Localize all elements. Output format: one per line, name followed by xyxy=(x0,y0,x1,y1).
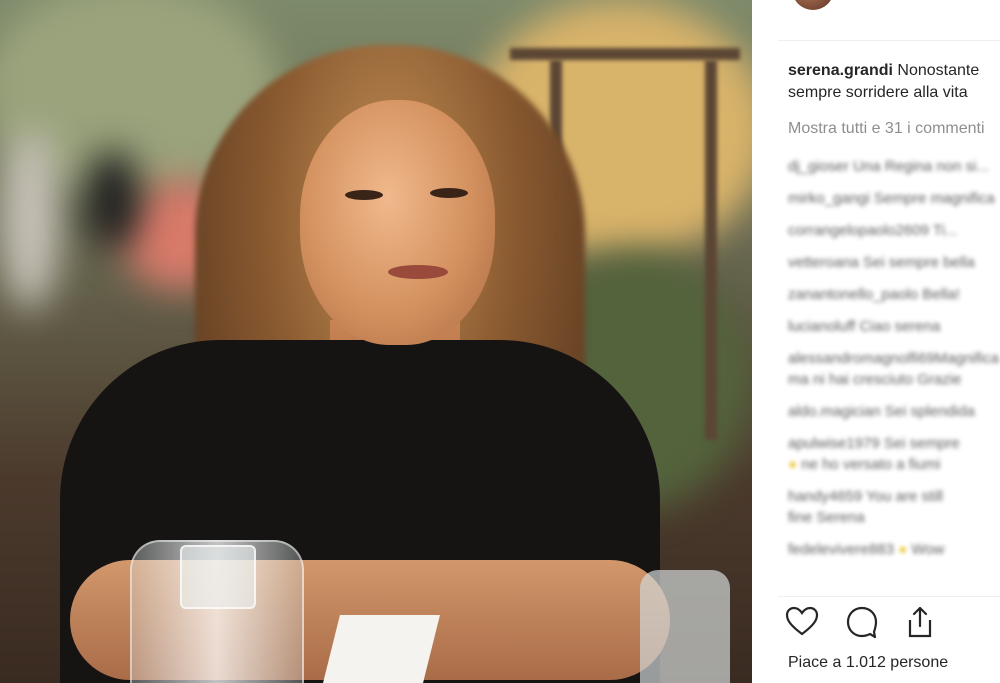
right-eye xyxy=(430,188,468,198)
likes-count[interactable]: Piace a 1.012 persone xyxy=(788,654,948,672)
caption-line: serena.grandi Nonostante xyxy=(788,60,1000,82)
comment-item: fedelevivere883 ● Wow xyxy=(788,539,1000,560)
comment-item: mirko_gangi Sempre magnifica xyxy=(788,188,1000,209)
comment-item: dj_gioser Una Regina non si... xyxy=(788,156,1000,177)
emoji-icon: ● xyxy=(788,456,798,473)
comment-item: aldo.magician Sei splendida xyxy=(788,401,1000,422)
caption-text: Nonostante xyxy=(897,62,980,79)
divider xyxy=(778,40,1000,41)
background-person xyxy=(0,130,60,310)
comment-item: apulwise1979 Sei sempre ● ne ho versato a… xyxy=(788,433,1000,475)
comment-text: apulwise1979 Sei sempre xyxy=(788,435,960,452)
show-all-comments-link[interactable]: Mostra tutti e 31 i commenti xyxy=(788,120,985,138)
comment-text: dj_gioser Una Regina non si... xyxy=(788,158,989,175)
divider xyxy=(778,596,1000,597)
left-eye xyxy=(345,190,383,200)
caption-username[interactable]: serena.grandi xyxy=(788,62,893,79)
background-person xyxy=(85,150,140,250)
comment-text: ma ni hai cresciuto Grazie xyxy=(788,371,962,388)
bottle-cap xyxy=(640,570,730,683)
post-side-panel: serena.grandi Nonostante sempre sorrider… xyxy=(752,0,1000,683)
comment-icon[interactable] xyxy=(844,604,880,640)
mouth xyxy=(388,265,448,279)
comment-text: fedelevivere883 xyxy=(788,541,894,558)
comment-text-line2: fine Serena xyxy=(788,507,1000,528)
comment-text: handy4659 You are still xyxy=(788,488,944,505)
comment-text-line2: ma ni hai cresciuto Grazie xyxy=(788,369,1000,390)
comment-list: dj_gioser Una Regina non si... mirko_gang… xyxy=(788,156,1000,571)
comment-text: corrangelopaolo2609 Ti... xyxy=(788,222,958,239)
comment-item: alessandromagnolfi69Magnifica ma ni hai c… xyxy=(788,348,1000,390)
post-photo[interactable] xyxy=(0,0,752,683)
emoji-icon: ● xyxy=(898,541,908,558)
face xyxy=(300,100,495,345)
comment-item: handy4659 You are still fine Serena xyxy=(788,486,1000,528)
comment-text: lucianoluff Ciao serena xyxy=(788,318,941,335)
comment-text: mirko_gangi Sempre magnifica xyxy=(788,190,995,207)
avatar[interactable] xyxy=(792,0,834,10)
comment-item: lucianoluff Ciao serena xyxy=(788,316,1000,337)
share-icon[interactable] xyxy=(902,604,938,640)
comment-text: vetteroana Sei sempre bella xyxy=(788,254,975,271)
comment-text: alessandromagnolfi69Magnifica xyxy=(788,350,999,367)
pergola-beam xyxy=(510,48,740,60)
caption-line: sempre sorridere alla vita xyxy=(788,84,968,101)
heart-icon[interactable] xyxy=(784,604,820,640)
comment-text: fine Serena xyxy=(788,509,865,526)
bottle-neck xyxy=(180,545,256,609)
comment-text: ne ho versato a fiumi xyxy=(801,456,941,473)
comment-item: zanantonello_paolo Bella! xyxy=(788,284,1000,305)
comment-item: vetteroana Sei sempre bella xyxy=(788,252,1000,273)
napkin xyxy=(320,615,440,683)
pergola-post xyxy=(705,60,717,440)
comment-text: zanantonello_paolo Bella! xyxy=(788,286,960,303)
comment-text: Wow xyxy=(911,541,945,558)
post-caption: serena.grandi Nonostante sempre sorrider… xyxy=(788,60,1000,104)
comment-text-line2: ● ne ho versato a fiumi xyxy=(788,454,1000,475)
comment-text: aldo.magician Sei splendida xyxy=(788,403,975,420)
comment-item: corrangelopaolo2609 Ti... xyxy=(788,220,1000,241)
